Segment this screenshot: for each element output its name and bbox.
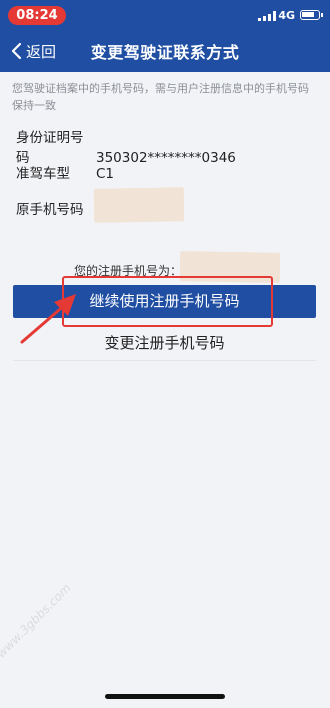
license-class-row: 准驾车型 C1 [16, 162, 114, 182]
watermark: www.3gbbs.com [0, 580, 74, 661]
notice-text: 您驾驶证档案中的手机号码，需与用户注册信息中的手机号码保持一致 [12, 82, 309, 112]
header-bar: 08:24 4G 返回 变更驾驶证联系方式 [0, 0, 330, 72]
status-time: 08:24 [8, 6, 66, 25]
battery-icon [300, 10, 323, 20]
network-type: 4G [278, 9, 295, 22]
redaction-tape [93, 187, 185, 223]
original-phone-label: 原手机号码 [16, 202, 84, 218]
id-row: 身份证明号码 350302********0346 [16, 126, 236, 166]
signal-icon [258, 11, 278, 21]
divider [13, 360, 316, 361]
highlight-box [62, 276, 273, 327]
license-class-label: 准驾车型 [16, 166, 70, 182]
home-indicator [105, 694, 225, 699]
change-registered-phone-button[interactable]: 变更注册手机号码 [13, 326, 316, 360]
nav-bar: 返回 变更驾驶证联系方式 [0, 34, 330, 68]
license-class-value: C1 [96, 166, 115, 182]
status-bar: 08:24 4G [0, 0, 330, 30]
id-value: 350302********0346 [96, 150, 236, 166]
original-phone-row: 原手机号码 [16, 198, 96, 218]
id-label: 身份证明号码 [16, 130, 84, 166]
page-title: 变更驾驶证联系方式 [90, 43, 240, 62]
